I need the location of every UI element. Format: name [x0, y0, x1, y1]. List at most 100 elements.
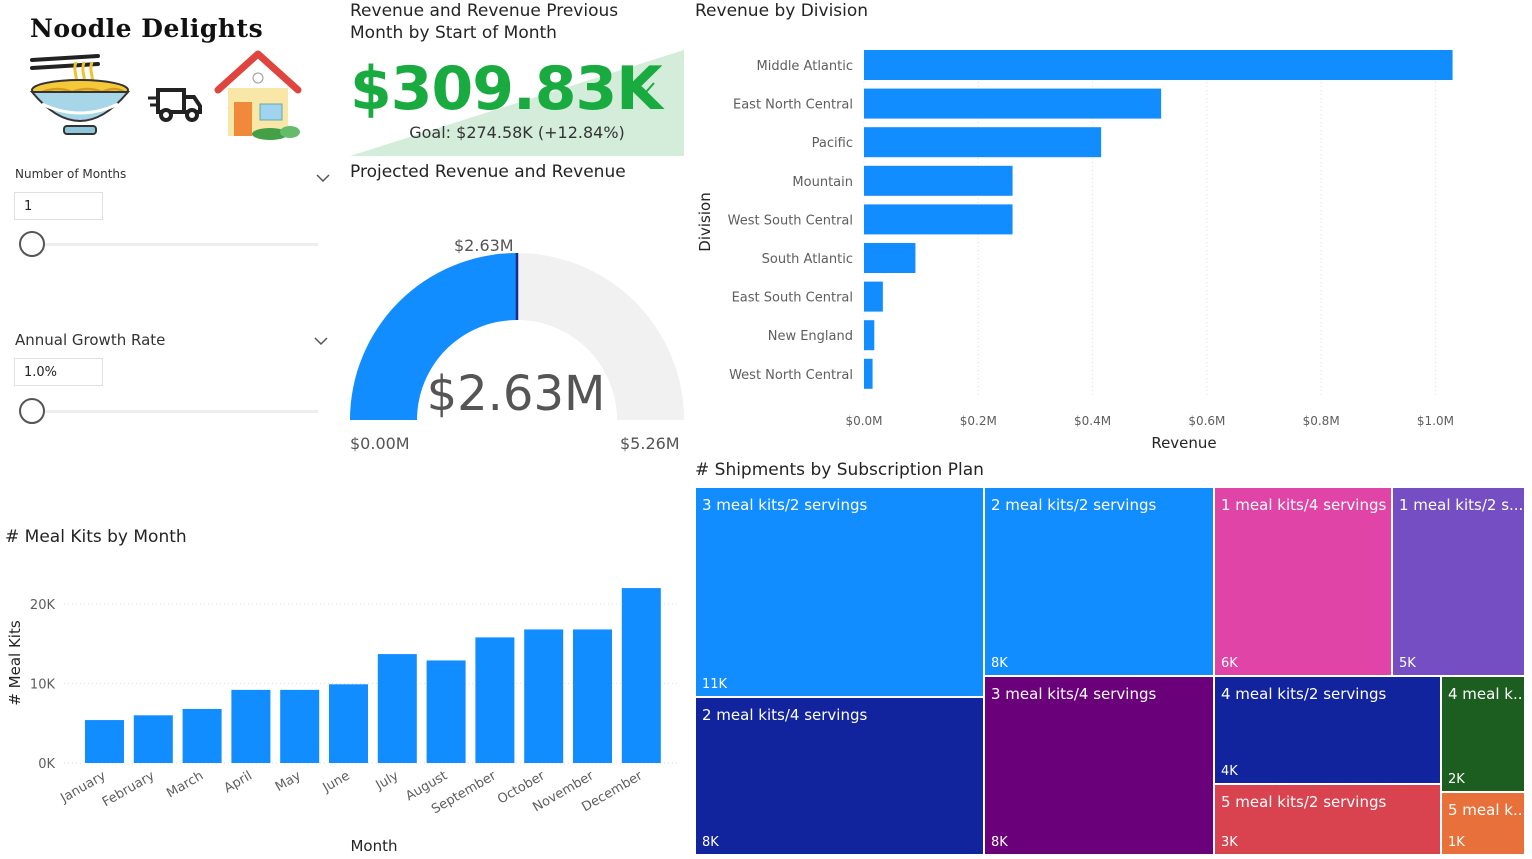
treemap-cell[interactable]: 1 meal kits/2 s... 5K: [1392, 487, 1525, 676]
division-category-label: Mountain: [792, 175, 853, 190]
mealkits-bar[interactable]: [524, 629, 564, 763]
division-bar[interactable]: [864, 358, 873, 389]
months-slicer-label: Number of Months: [15, 167, 127, 181]
treemap-cell[interactable]: 5 meal k... 1K: [1441, 792, 1525, 855]
division-bar[interactable]: [864, 320, 875, 351]
mealkits-bar[interactable]: [475, 637, 515, 763]
mealkits-bar[interactable]: [621, 588, 661, 763]
growth-slider-track[interactable]: [33, 410, 318, 413]
division-x-tick: $0.4M: [1074, 414, 1111, 428]
gauge-max-label: $5.26M: [620, 434, 680, 453]
division-bar[interactable]: [864, 243, 916, 273]
division-bar-chart[interactable]: $0.0M $0.2M $0.4M $0.6M $0.8M $1.0M Middle Atl…: [690, 40, 1520, 460]
mealkits-bar[interactable]: [133, 715, 173, 763]
division-category-label: Pacific: [812, 136, 853, 151]
treemap-cell-label: 2 meal kits/2 servings: [991, 496, 1157, 514]
division-bar[interactable]: [864, 88, 1162, 119]
treemap-cell[interactable]: 2 meal kits/2 servings 8K: [984, 487, 1214, 676]
division-bar[interactable]: [864, 165, 1013, 196]
treemap-cell-label: 1 meal kits/4 servings: [1221, 496, 1387, 514]
mealkits-bar[interactable]: [231, 689, 271, 763]
months-slider-track[interactable]: [33, 243, 318, 246]
treemap-cell-label: 3 meal kits/2 servings: [702, 496, 868, 514]
mealkits-month-label: April: [222, 768, 255, 796]
mealkits-month-label: February: [100, 768, 158, 810]
gauge-target-label: $2.63M: [454, 236, 514, 255]
mealkits-month-label: June: [320, 768, 353, 796]
kpi-value: $309.83K: [350, 54, 663, 124]
mealkits-y-tick: 0K: [38, 757, 55, 772]
division-x-tick: $0.6M: [1188, 414, 1225, 428]
division-bar[interactable]: [864, 204, 1013, 235]
treemap-cell-value: 5K: [1399, 656, 1416, 671]
treemap-cell-value: 8K: [991, 835, 1008, 850]
gauge-value: $2.63M: [426, 366, 606, 422]
chevron-down-icon[interactable]: [314, 331, 328, 350]
growth-input[interactable]: 1.0%: [14, 358, 103, 386]
division-x-tick: $0.0M: [845, 414, 882, 428]
mealkits-x-axis-label: Month: [350, 837, 397, 855]
check-icon: [640, 80, 656, 99]
treemap-cell[interactable]: 2 meal kits/4 servings 8K: [695, 697, 984, 855]
treemap-cell-label: 1 meal kits/2 s...: [1399, 496, 1524, 514]
growth-slicer-label: Annual Growth Rate: [15, 331, 166, 349]
gauge-chart[interactable]: [340, 230, 700, 460]
division-category-label: East North Central: [733, 98, 853, 113]
mealkits-bar[interactable]: [182, 708, 222, 763]
treemap-chart[interactable]: 3 meal kits/2 servings 11K 2 meal kits/4 s…: [695, 487, 1525, 855]
division-y-axis-label: Division: [696, 192, 714, 251]
division-chart-title: Revenue by Division: [695, 1, 869, 21]
treemap-cell[interactable]: 3 meal kits/2 servings 11K: [695, 487, 984, 697]
treemap-cell[interactable]: 4 meal k... 2K: [1441, 676, 1525, 792]
treemap-title: # Shipments by Subscription Plan: [695, 460, 984, 480]
division-category-label: Middle Atlantic: [756, 59, 853, 74]
months-slider-handle[interactable]: [19, 231, 45, 257]
treemap-cell-label: 4 meal kits/2 servings: [1221, 685, 1387, 703]
treemap-cell[interactable]: 3 meal kits/4 servings 8K: [984, 676, 1214, 855]
division-category-label: South Atlantic: [762, 252, 853, 267]
division-category-label: West South Central: [728, 213, 853, 228]
gauge-title: Projected Revenue and Revenue: [350, 162, 626, 182]
treemap-cell-value: 2K: [1448, 772, 1465, 787]
mealkits-month-label: March: [164, 768, 206, 801]
division-x-tick: $1.0M: [1417, 414, 1454, 428]
division-bar[interactable]: [864, 127, 1102, 158]
house-icon: [214, 50, 302, 140]
treemap-cell-value: 11K: [702, 677, 728, 692]
growth-slider-handle[interactable]: [19, 398, 45, 424]
mealkits-y-axis-label: # Meal Kits: [6, 620, 24, 706]
treemap-cell-value: 8K: [702, 835, 719, 850]
mealkits-bar[interactable]: [280, 689, 320, 763]
noodle-bowl-icon: [28, 52, 136, 140]
division-bar[interactable]: [864, 50, 1453, 80]
division-x-tick: $0.2M: [960, 414, 997, 428]
mealkits-month-label: May: [273, 768, 304, 795]
mealkits-bar[interactable]: [329, 684, 368, 763]
mealkits-bar-chart[interactable]: 0K10K20KJanuaryFebruary March April May June…: [0, 570, 690, 859]
division-x-tick: $0.8M: [1303, 414, 1340, 428]
mealkits-bar[interactable]: [573, 629, 612, 763]
treemap-cell-value: 6K: [1221, 656, 1238, 671]
treemap-cell[interactable]: 4 meal kits/2 servings 4K: [1214, 676, 1441, 784]
treemap-cell-label: 2 meal kits/4 servings: [702, 706, 868, 724]
months-input[interactable]: 1: [14, 192, 103, 220]
mealkits-chart-title: # Meal Kits by Month: [5, 527, 187, 547]
gauge-min-label: $0.00M: [350, 434, 410, 453]
logo-title: Noodle Delights: [30, 14, 264, 43]
division-bar[interactable]: [864, 281, 883, 312]
treemap-cell-value: 1K: [1448, 835, 1465, 850]
treemap-cell-value: 3K: [1221, 835, 1238, 850]
treemap-cell[interactable]: 5 meal kits/2 servings 3K: [1214, 784, 1441, 855]
treemap-cell-label: 5 meal kits/2 servings: [1221, 793, 1387, 811]
mealkits-y-tick: 10K: [30, 678, 56, 693]
mealkits-bar[interactable]: [426, 660, 466, 763]
chevron-down-icon[interactable]: [316, 168, 330, 187]
treemap-cell[interactable]: 1 meal kits/4 servings 6K: [1214, 487, 1392, 676]
mealkits-bar[interactable]: [85, 720, 124, 763]
mealkits-bar[interactable]: [377, 654, 417, 763]
kpi-goal: Goal: $274.58K (+12.84%): [409, 123, 625, 142]
treemap-cell-value: 8K: [991, 656, 1008, 671]
kpi-title-line1: Revenue and Revenue Previous: [350, 1, 619, 21]
treemap-cell-label: 3 meal kits/4 servings: [991, 685, 1157, 703]
delivery-truck-icon: [148, 86, 202, 124]
